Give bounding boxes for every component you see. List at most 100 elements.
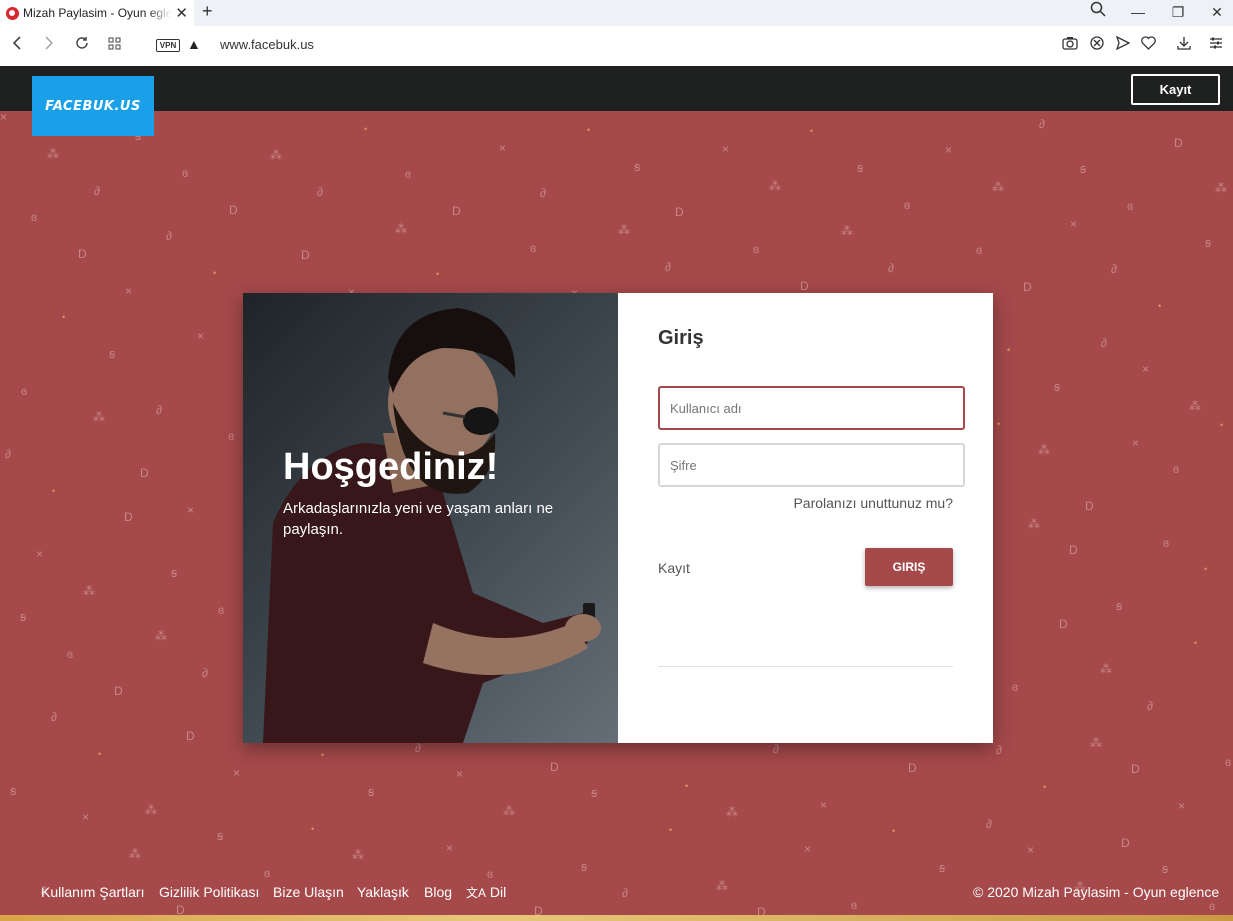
pattern-mark: ɞ [487, 867, 494, 881]
pattern-mark: ⁂ [1215, 181, 1227, 195]
header-register-button[interactable]: Kayıt [1131, 74, 1220, 105]
pattern-mark: • [997, 419, 1001, 429]
welcome-subtitle: Arkadaşlarınızla yeni ve yaşam anları ne… [283, 500, 554, 538]
footer-link-terms[interactable]: Kullanım Şartları [41, 884, 144, 900]
forward-icon[interactable] [38, 35, 60, 57]
pattern-mark: • [321, 750, 325, 760]
pattern-mark: × [722, 142, 730, 156]
username-input[interactable] [658, 386, 965, 430]
pattern-mark: ∂ [665, 260, 671, 274]
pattern-mark: D [1069, 543, 1078, 557]
search-tabs-icon[interactable] [1078, 0, 1118, 26]
pattern-mark: D [800, 279, 809, 293]
heart-icon[interactable] [1138, 36, 1158, 53]
pattern-mark: ⁂ [618, 223, 630, 237]
address-bar: VPN ▲ www.facebuk.us [0, 26, 1233, 67]
back-icon[interactable] [6, 35, 28, 57]
snapshot-icon[interactable] [1060, 36, 1080, 53]
easy-setup-icon[interactable] [1206, 36, 1226, 53]
pattern-mark: ꞩ [939, 861, 946, 875]
pattern-mark: • [364, 124, 368, 134]
pattern-mark: • [436, 269, 440, 279]
pattern-mark: • [669, 825, 673, 835]
pattern-mark: • [587, 125, 591, 135]
pattern-mark: ⁂ [395, 222, 407, 236]
download-icon[interactable] [1174, 36, 1194, 53]
footer-link-language[interactable]: 文A Dil [466, 884, 506, 901]
pattern-mark: • [810, 126, 814, 136]
url-field[interactable]: www.facebuk.us [220, 37, 314, 52]
pattern-mark: • [892, 826, 896, 836]
pattern-mark: ⁂ [129, 847, 141, 861]
footer-copyright: © 2020 Mizah Paylasim - Oyun eglence [973, 884, 1220, 900]
pattern-mark: • [1007, 345, 1011, 355]
pattern-mark: ɞ [1163, 536, 1170, 550]
pattern-mark: × [1142, 362, 1150, 376]
footer-link-contact[interactable]: Bize Ulaşın [273, 884, 344, 900]
forgot-password-link[interactable]: Parolanızı unuttunuz mu? [793, 495, 953, 511]
pattern-mark: ∂ [622, 886, 628, 900]
pattern-mark: ∂ [1101, 336, 1107, 350]
pattern-mark: ∂ [51, 710, 57, 724]
login-submit-button[interactable]: GIRIŞ [865, 548, 953, 586]
adblock-icon[interactable] [1087, 36, 1107, 53]
register-link[interactable]: Kayıt [658, 560, 690, 576]
pattern-mark: ∂ [1111, 262, 1117, 276]
pattern-mark: D [229, 203, 238, 217]
pattern-mark: × [1070, 217, 1078, 231]
pattern-mark: ∂ [166, 229, 172, 243]
translate-icon: 文A [466, 886, 487, 900]
pattern-mark: D [1131, 762, 1140, 776]
pattern-mark: ⁂ [155, 629, 167, 643]
minimize-icon[interactable]: — [1118, 0, 1158, 26]
site-logo[interactable]: FACEBUK.US [32, 76, 154, 136]
browser-tab[interactable]: Mizah Paylasim - Oyun eglence ✕ [0, 0, 194, 26]
pattern-mark: ɞ [753, 242, 760, 256]
login-title: Giriş [658, 327, 704, 349]
pattern-mark: ꞩ [20, 610, 27, 624]
pattern-mark: ꞩ [10, 784, 17, 798]
close-window-icon[interactable]: ✕ [1197, 0, 1233, 26]
form-divider [658, 666, 953, 667]
pattern-mark: • [311, 824, 315, 834]
pattern-mark: × [804, 842, 812, 856]
pattern-mark: ɞ [1173, 462, 1180, 476]
welcome-title: Hoşgediniz! [283, 446, 499, 488]
pattern-mark: D [550, 760, 559, 774]
footer-link-about[interactable]: Yaklaşık [357, 884, 409, 900]
close-tab-icon[interactable]: ✕ [175, 4, 188, 22]
pattern-mark: • [1220, 420, 1224, 430]
pattern-mark: ∂ [986, 817, 992, 831]
vpn-badge[interactable]: VPN [156, 39, 180, 52]
pattern-mark: ꞩ [857, 161, 864, 175]
pattern-mark: × [36, 547, 44, 561]
reload-icon[interactable] [71, 35, 93, 57]
pattern-mark: • [1158, 301, 1162, 311]
footer-link-blog[interactable]: Blog [424, 884, 452, 900]
restore-icon[interactable]: ❐ [1158, 0, 1198, 26]
pattern-mark: ∂ [156, 403, 162, 417]
pattern-mark: ɞ [21, 384, 28, 398]
pattern-mark: D [114, 684, 123, 698]
new-tab-icon[interactable]: + [202, 1, 213, 22]
password-input[interactable] [658, 443, 965, 487]
pattern-mark: D [301, 248, 310, 262]
pattern-mark: ꞩ [634, 160, 641, 174]
tabs-grid-icon[interactable] [103, 35, 125, 57]
pattern-mark: ⁂ [1090, 736, 1102, 750]
pattern-mark: D [1121, 836, 1130, 850]
pattern-mark: ꞩ [1116, 599, 1123, 613]
pattern-mark: ꞩ [109, 347, 116, 361]
warning-icon[interactable]: ▲ [187, 36, 201, 52]
pattern-mark: ꞩ [171, 566, 178, 580]
send-icon[interactable] [1113, 35, 1133, 53]
footer-link-privacy[interactable]: Gizlilik Politikası [159, 884, 259, 900]
pattern-mark: × [197, 329, 205, 343]
pattern-mark: D [1059, 617, 1068, 631]
pattern-mark: D [1085, 499, 1094, 513]
pattern-mark: D [1174, 136, 1183, 150]
pattern-mark: • [98, 749, 102, 759]
pattern-mark: ꞩ [1162, 862, 1169, 876]
pattern-mark: ɞ [31, 210, 38, 224]
pattern-mark: ⁂ [270, 148, 282, 162]
